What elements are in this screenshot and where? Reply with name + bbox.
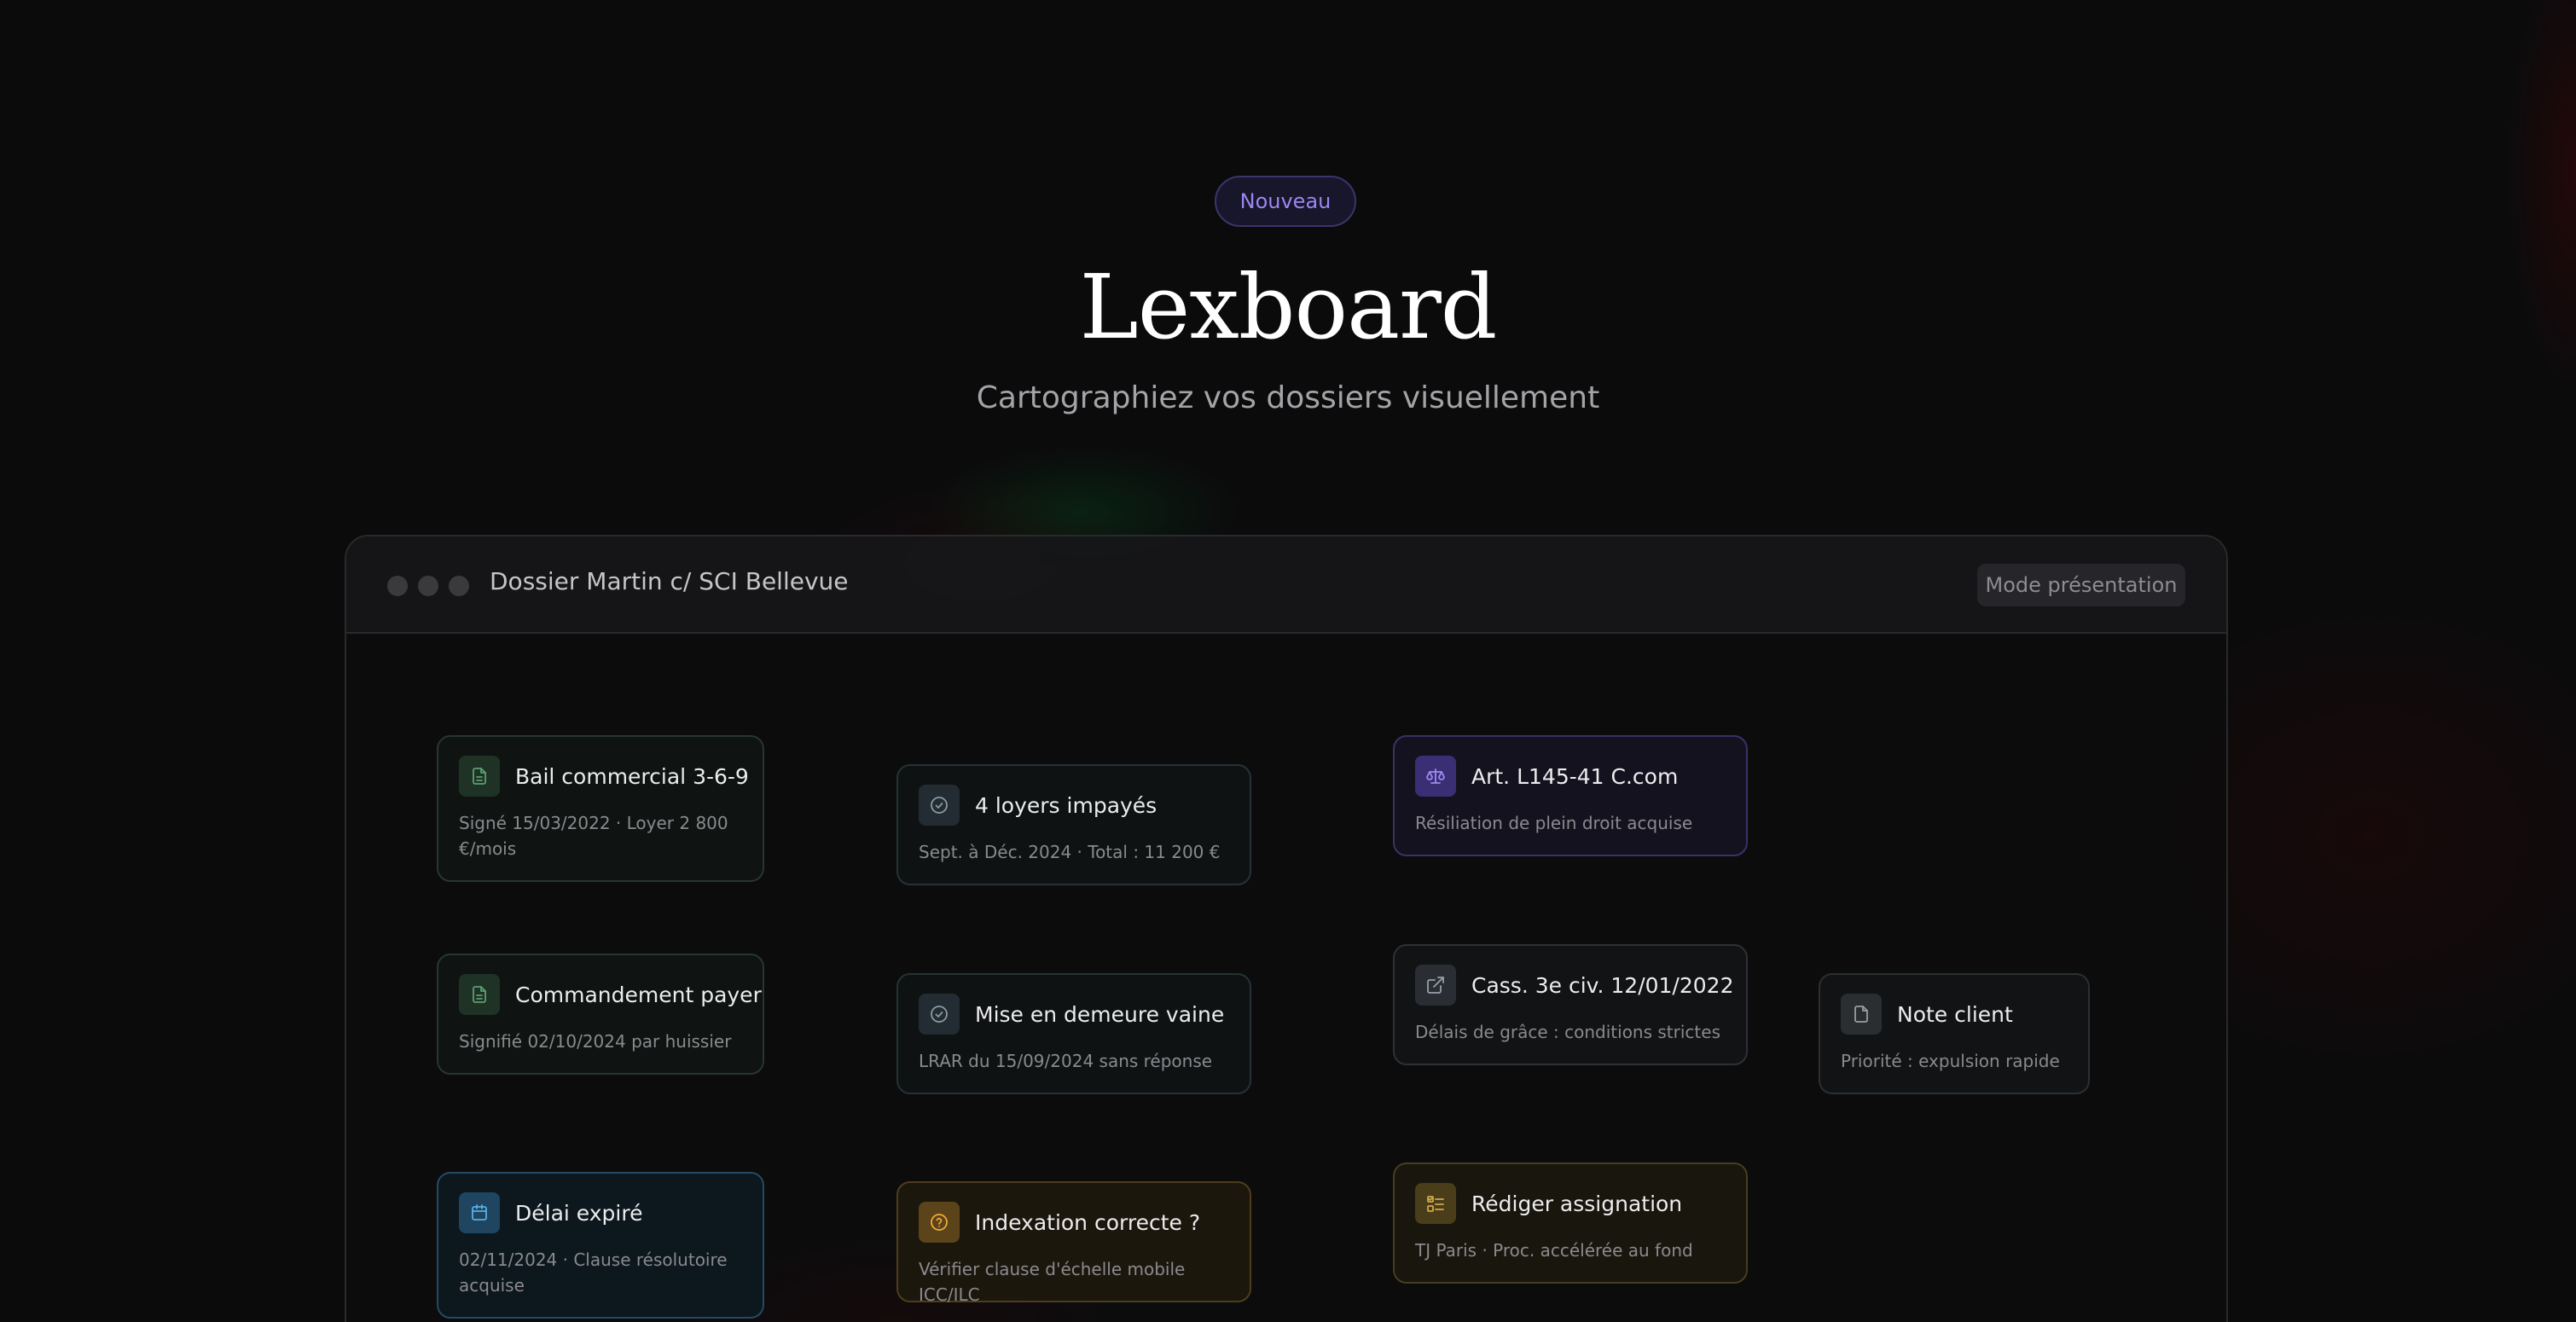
node-description: 02/11/2024 · Clause résolutoire acquise [459,1250,728,1296]
node-bail-commercial[interactable]: Bail commercial 3-6-9 Signé 15/03/2022 ·… [437,735,764,882]
new-badge: Nouveau [1215,176,1356,227]
node-commandement-payer[interactable]: Commandement payer Signifié 02/10/2024 p… [437,954,764,1075]
node-description: Résiliation de plein droit acquise [1415,813,1693,833]
window-maximize-dot[interactable] [449,576,469,596]
node-title: Indexation correcte ? [975,1209,1201,1235]
document-icon [459,756,500,797]
node-title: 4 loyers impayés [975,792,1157,818]
node-rediger-assignation[interactable]: Rédiger assignation TJ Paris · Proc. acc… [1393,1163,1748,1284]
node-title: Mise en demeure vaine [975,1001,1225,1027]
node-title: Délai expiré [515,1200,643,1226]
landing-page: Nouveau Lexboard Cartographiez vos dossi… [0,0,2576,1322]
node-description: Délais de grâce : conditions strictes [1415,1022,1720,1042]
external-link-icon [1415,965,1456,1006]
check-circle-icon [919,994,960,1035]
node-title: Bail commercial 3-6-9 [515,763,749,789]
window-close-dot[interactable] [387,576,408,596]
node-description: Sept. à Déc. 2024 · Total : 11 200 € [919,842,1221,862]
window-titlebar: Dossier Martin c/ SCI Bellevue Mode prés… [346,536,2226,634]
window-minimize-dot[interactable] [418,576,438,596]
window-title: Dossier Martin c/ SCI Bellevue [490,567,849,595]
node-title: Rédiger assignation [1471,1191,1683,1216]
hero-title: Lexboard [1079,255,1498,359]
document-icon [459,974,500,1015]
node-loyers-impayes[interactable]: 4 loyers impayés Sept. à Déc. 2024 · Tot… [896,764,1251,885]
presentation-mode-button[interactable]: Mode présentation [1977,564,2185,606]
node-description: Priorité : expulsion rapide [1841,1051,2060,1071]
hero-subtitle: Cartographiez vos dossiers visuellement [976,380,1600,415]
node-description: Vérifier clause d'échelle mobile ICC/ILC [919,1259,1186,1305]
node-cassation[interactable]: Cass. 3e civ. 12/01/2022 Délais de grâce… [1393,944,1748,1065]
scales-icon [1415,756,1456,797]
node-description: TJ Paris · Proc. accélérée au fond [1415,1240,1693,1261]
checklist-icon [1415,1183,1456,1224]
node-title: Art. L145-41 C.com [1471,763,1679,789]
check-circle-icon [919,785,960,826]
node-description: Signifié 02/10/2024 par huissier [459,1031,732,1052]
node-description: LRAR du 15/09/2024 sans réponse [919,1051,1213,1071]
node-mise-en-demeure[interactable]: Mise en demeure vaine LRAR du 15/09/2024… [896,973,1251,1094]
node-indexation[interactable]: Indexation correcte ? Vérifier clause d'… [896,1181,1251,1305]
node-title: Note client [1897,1001,2013,1027]
question-circle-icon [919,1202,960,1243]
note-icon [1841,994,1882,1035]
node-note-client[interactable]: Note client Priorité : expulsion rapide [1819,973,2090,1094]
calendar-icon [459,1192,500,1233]
node-title: Cass. 3e civ. 12/01/2022 [1471,972,1734,998]
node-article-l145-41[interactable]: Art. L145-41 C.com Résiliation de plein … [1393,735,1748,856]
node-title: Commandement payer [515,982,762,1007]
node-delai-expire[interactable]: Délai expiré 02/11/2024 · Clause résolut… [437,1172,764,1319]
node-description: Signé 15/03/2022 · Loyer 2 800 €/mois [459,813,728,859]
